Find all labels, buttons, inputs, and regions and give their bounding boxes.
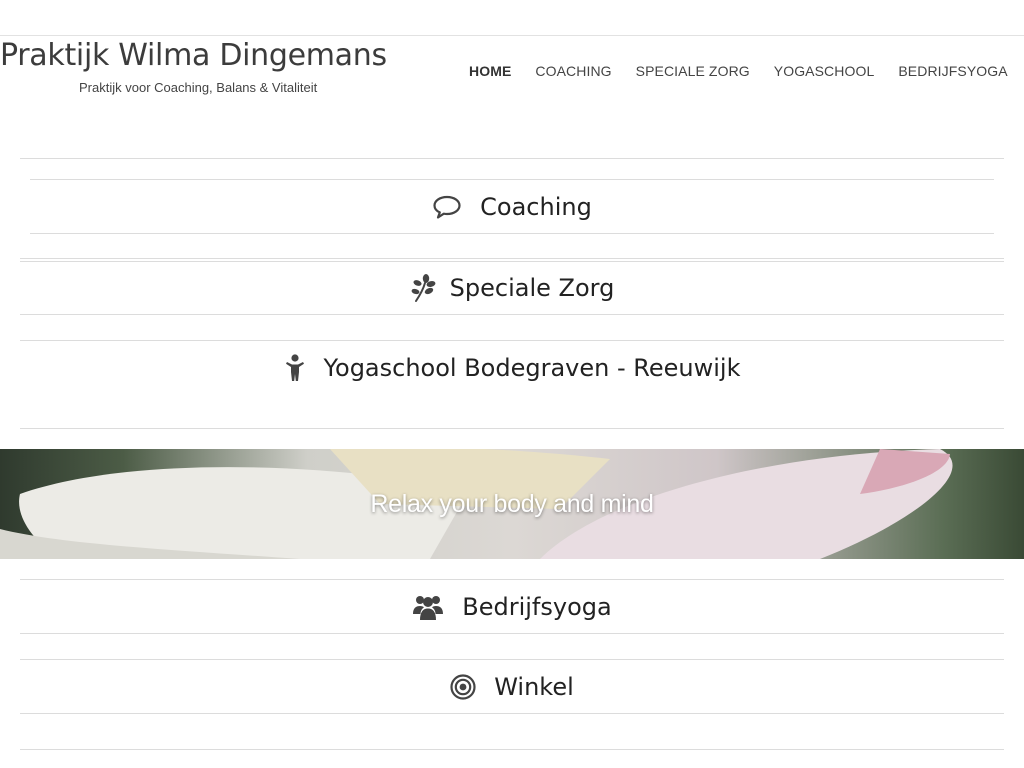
divider [20,633,1004,634]
nav-item-yogaschool[interactable]: YOGASCHOOL [774,63,875,79]
divider [20,158,1004,159]
main-nav: HOME COACHING SPECIALE ZORG YOGASCHOOL B… [469,63,1008,79]
nav-item-bedrijfsyoga[interactable]: BEDRIJFSYOGA [898,63,1007,79]
divider [30,179,994,180]
divider [20,314,1004,315]
nav-item-home[interactable]: HOME [469,63,511,79]
site-title[interactable]: Praktijk Wilma Dingemans [0,38,387,73]
section-link-yogaschool[interactable]: Yogaschool Bodegraven - Reeuwijk [20,348,1004,388]
nav-item-coaching[interactable]: COACHING [535,63,611,79]
divider [20,261,1004,262]
nav-item-speciale-zorg[interactable]: SPECIALE ZORG [636,63,750,79]
section-label: Yogaschool Bodegraven - Reeuwijk [323,354,741,382]
divider [20,340,1004,341]
divider [20,428,1004,429]
hero-banner: Relax your body and mind [0,449,1024,559]
site-tagline: Praktijk voor Coaching, Balans & Vitalit… [79,80,318,95]
leaf-icon [410,273,436,303]
divider [30,233,994,234]
speech-bubble-icon [432,194,462,220]
section-link-winkel[interactable]: Winkel [20,667,1004,707]
section-link-speciale-zorg[interactable]: Speciale Zorg [20,268,1004,308]
section-link-bedrijfsyoga[interactable]: Bedrijfsyoga [20,587,1004,627]
section-label: Speciale Zorg [449,274,615,302]
section-label: Bedrijfsyoga [462,593,612,621]
section-label: Coaching [480,193,592,221]
section-link-coaching[interactable]: Coaching [20,187,1004,227]
divider [20,258,1004,259]
section-label: Winkel [494,673,574,701]
divider [20,659,1004,660]
divider [20,749,1004,750]
banner-caption: Relax your body and mind [370,489,654,518]
divider [20,579,1004,580]
group-icon [412,593,444,621]
top-bar [0,0,1024,36]
child-figure-icon [284,354,306,382]
target-icon [450,674,476,700]
divider [20,713,1004,714]
